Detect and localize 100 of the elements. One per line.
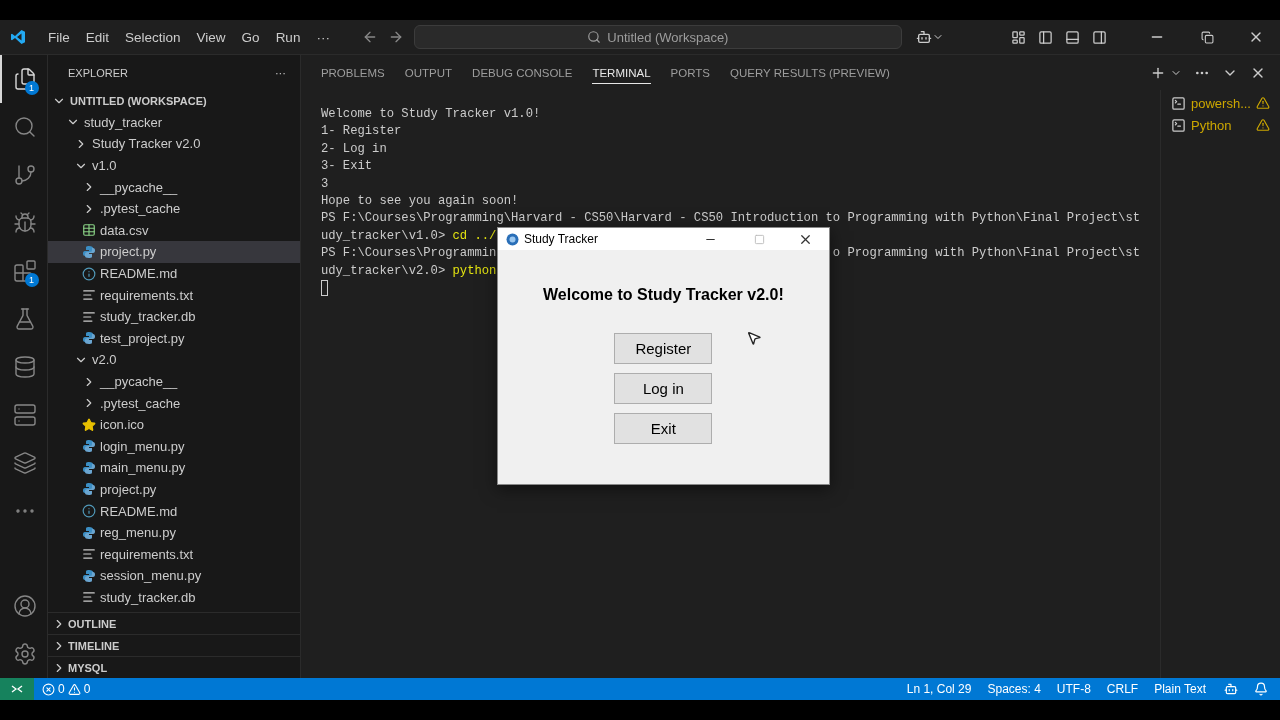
tree-item[interactable]: project.py	[48, 241, 300, 263]
tree-item[interactable]: icon.ico	[48, 413, 300, 436]
panel-tab[interactable]: PROBLEMS	[310, 55, 395, 90]
blocks-icon[interactable]	[12, 259, 37, 283]
more-button[interactable]: ···	[274, 66, 286, 79]
terminal-text: udy_tracker\v2.0>	[320, 263, 447, 278]
menu-item[interactable]: Go	[233, 29, 268, 45]
lines-icon	[82, 288, 96, 303]
tree-item[interactable]: .pytest_cache	[48, 392, 300, 414]
command-center-field[interactable]: Untitled (Workspace)	[413, 25, 902, 49]
lines-icon	[82, 547, 96, 562]
tree-item[interactable]: v1.0	[48, 154, 300, 177]
dialog-title: Study Tracker	[523, 232, 599, 246]
tree-item[interactable]: requirements.txt	[48, 284, 300, 306]
table-icon	[82, 223, 96, 238]
menu-item[interactable]: Selection	[117, 29, 189, 45]
python-icon	[82, 244, 96, 259]
menu-item[interactable]: Edit	[77, 29, 118, 45]
status-item[interactable]: Ln 1, Col 29	[898, 682, 980, 696]
panel-bottom-icon[interactable]	[1065, 29, 1080, 45]
dialog-button[interactable]: Exit	[614, 413, 713, 444]
lines-icon	[82, 309, 96, 324]
menu-item[interactable]: Run	[267, 29, 309, 45]
branch-icon[interactable]	[12, 163, 37, 187]
app-icon	[505, 232, 519, 246]
bell-icon[interactable]	[1254, 682, 1268, 696]
copilot-icon[interactable]	[1224, 682, 1238, 696]
layers-icon[interactable]	[12, 451, 37, 475]
problems-status[interactable]: 0 0	[34, 682, 99, 696]
status-item[interactable]: Plain Text	[1146, 682, 1214, 696]
tree-item[interactable]: study_tracker	[48, 111, 300, 134]
panel-tab[interactable]: TERMINAL	[582, 55, 661, 90]
tree-item[interactable]: README.md	[48, 500, 300, 522]
tree-item[interactable]: __pycache__	[48, 370, 300, 393]
tree-item[interactable]: study_tracker.db	[48, 586, 300, 609]
tree-item[interactable]: project.py	[48, 478, 300, 501]
files-icon[interactable]	[12, 67, 37, 91]
bug-icon[interactable]	[12, 211, 37, 235]
settings-icon[interactable]	[12, 642, 37, 666]
section-header[interactable]: OUTLINE	[48, 612, 300, 634]
warning-icon	[67, 682, 81, 696]
restore-icon[interactable]	[1201, 30, 1214, 44]
layout-icon[interactable]	[1011, 29, 1026, 45]
status-item[interactable]: Spaces: 4	[979, 682, 1049, 696]
menu-item[interactable]: View	[188, 29, 234, 45]
python-icon	[82, 525, 96, 540]
tree-item[interactable]: v2.0	[48, 349, 300, 371]
python-icon	[82, 460, 96, 475]
tree-item[interactable]: session_menu.py	[48, 565, 300, 587]
python-icon	[82, 331, 96, 346]
tree-item[interactable]: README.md	[48, 262, 300, 285]
panel-tab[interactable]: OUTPUT	[394, 55, 463, 90]
panel-left-icon[interactable]	[1038, 29, 1053, 45]
tree-item[interactable]: requirements.txt	[48, 543, 300, 566]
terminal-session[interactable]: powersh...	[1161, 92, 1280, 114]
panel-tab[interactable]: DEBUG CONSOLE	[462, 55, 583, 90]
account-icon[interactable]	[12, 594, 37, 618]
tree-item[interactable]: data.csv	[48, 219, 300, 242]
terminal-text: 2- Log in	[320, 141, 387, 156]
terminal-text: PS F:\Courses\Programming\Harvard - CS50\Harvard - CS50 Introduction to Programming with Python\Final Project\st	[320, 211, 1140, 226]
copilot-icon[interactable]	[915, 29, 944, 45]
count-badge: 1	[24, 273, 39, 287]
menu-item[interactable]: File	[40, 29, 78, 45]
server-icon[interactable]	[12, 403, 37, 427]
info-icon	[82, 504, 96, 519]
count-badge: 1	[24, 81, 39, 95]
panel-tab[interactable]: PORTS	[660, 55, 720, 90]
status-item[interactable]: CRLF	[1098, 682, 1147, 696]
dialog-heading: Welcome to Study Tracker v2.0!	[543, 286, 784, 304]
tree-item[interactable]: __pycache__	[48, 176, 300, 198]
panel-right-icon[interactable]	[1092, 29, 1107, 45]
terminal-session[interactable]: Python	[1161, 114, 1280, 136]
star-icon	[82, 417, 96, 432]
terminal-icon	[1171, 95, 1186, 111]
search-icon[interactable]	[12, 115, 37, 139]
terminal-text: o Programming with Python\Final Project\st	[832, 245, 1140, 263]
python-icon	[82, 482, 96, 497]
tree-item[interactable]: test_project.py	[48, 327, 300, 350]
search-icon	[587, 30, 602, 44]
database-icon[interactable]	[12, 355, 37, 379]
dialog-button[interactable]: Register	[614, 333, 713, 364]
tree-item[interactable]: reg_menu.py	[48, 521, 300, 544]
tree-item[interactable]: login_menu.py	[48, 435, 300, 458]
tree-item[interactable]: Study Tracker v2.0	[48, 133, 300, 155]
error-icon	[42, 682, 55, 696]
terminal-text: 1- Register	[320, 124, 402, 139]
vscode-logo-icon	[10, 29, 26, 45]
tree-item[interactable]: main_menu.py	[48, 457, 300, 479]
panel-tab[interactable]: QUERY RESULTS (PREVIEW)	[720, 55, 900, 90]
remote-button[interactable]	[0, 678, 34, 700]
section-header[interactable]: TIMELINE	[48, 634, 300, 656]
tree-item[interactable]: study_tracker.db	[48, 305, 300, 328]
status-item[interactable]: UTF-8	[1048, 682, 1099, 696]
dialog-button[interactable]: Log in	[614, 373, 713, 404]
tree-item[interactable]: .pytest_cache	[48, 197, 300, 220]
terminal-command: cd ../	[452, 228, 497, 243]
python-icon	[82, 439, 96, 454]
more-menu[interactable]: ···	[308, 29, 338, 45]
terminal-text: Welcome to Study Tracker v1.0!	[320, 107, 541, 121]
workspace-header[interactable]: UNTITLED (WORKSPACE)	[48, 90, 300, 112]
